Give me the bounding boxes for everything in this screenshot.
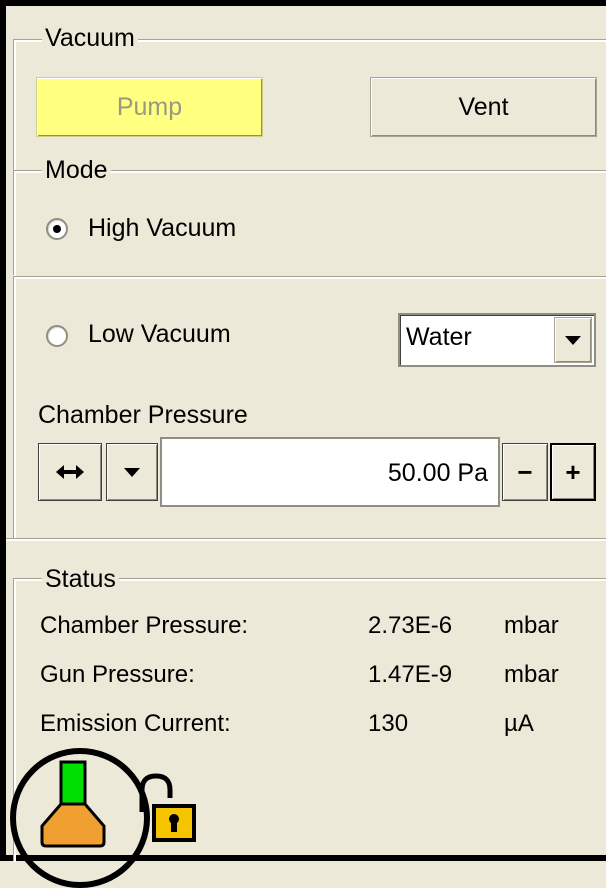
pump-button[interactable]: Pump xyxy=(36,77,263,137)
status-group-label: Status xyxy=(42,565,119,593)
high-vacuum-radio[interactable] xyxy=(46,218,68,240)
pressure-dropdown-button[interactable] xyxy=(106,443,158,501)
status-value: 1.47E-9 xyxy=(368,661,453,688)
mode-group-label: Mode xyxy=(42,156,111,184)
status-value: 130 xyxy=(368,710,409,737)
plus-icon: + xyxy=(565,456,581,487)
chamber-pressure-value: 50.00 Pa xyxy=(387,459,488,487)
minus-icon: − xyxy=(517,456,533,487)
low-vacuum-label: Low Vacuum xyxy=(88,320,231,348)
highlight-circle xyxy=(10,748,150,888)
chamber-pressure-input[interactable]: 50.00 Pa xyxy=(160,437,500,507)
status-label: Gun Pressure: xyxy=(40,661,195,688)
status-label: Emission Current: xyxy=(40,710,231,737)
chevron-down-icon[interactable] xyxy=(554,317,592,363)
high-vacuum-label: High Vacuum xyxy=(88,214,237,242)
gas-type-select[interactable]: Water xyxy=(398,313,596,367)
horizontal-arrows-icon xyxy=(56,465,84,479)
vacuum-group-label: Vacuum xyxy=(42,24,138,52)
decrease-pressure-button[interactable]: − xyxy=(502,443,548,501)
chevron-down-icon xyxy=(124,467,140,477)
low-vacuum-radio[interactable] xyxy=(46,325,68,347)
status-unit: mbar xyxy=(504,661,559,688)
status-unit: mbar xyxy=(504,612,559,639)
vent-button[interactable]: Vent xyxy=(370,77,597,137)
status-label: Chamber Pressure: xyxy=(40,612,249,639)
status-unit: µA xyxy=(504,710,534,737)
status-value: 2.73E-6 xyxy=(368,612,453,639)
chamber-pressure-label: Chamber Pressure xyxy=(38,401,248,429)
gas-type-value: Water xyxy=(406,323,472,351)
increase-pressure-button[interactable]: + xyxy=(550,443,596,501)
range-toggle-button[interactable] xyxy=(38,443,102,501)
